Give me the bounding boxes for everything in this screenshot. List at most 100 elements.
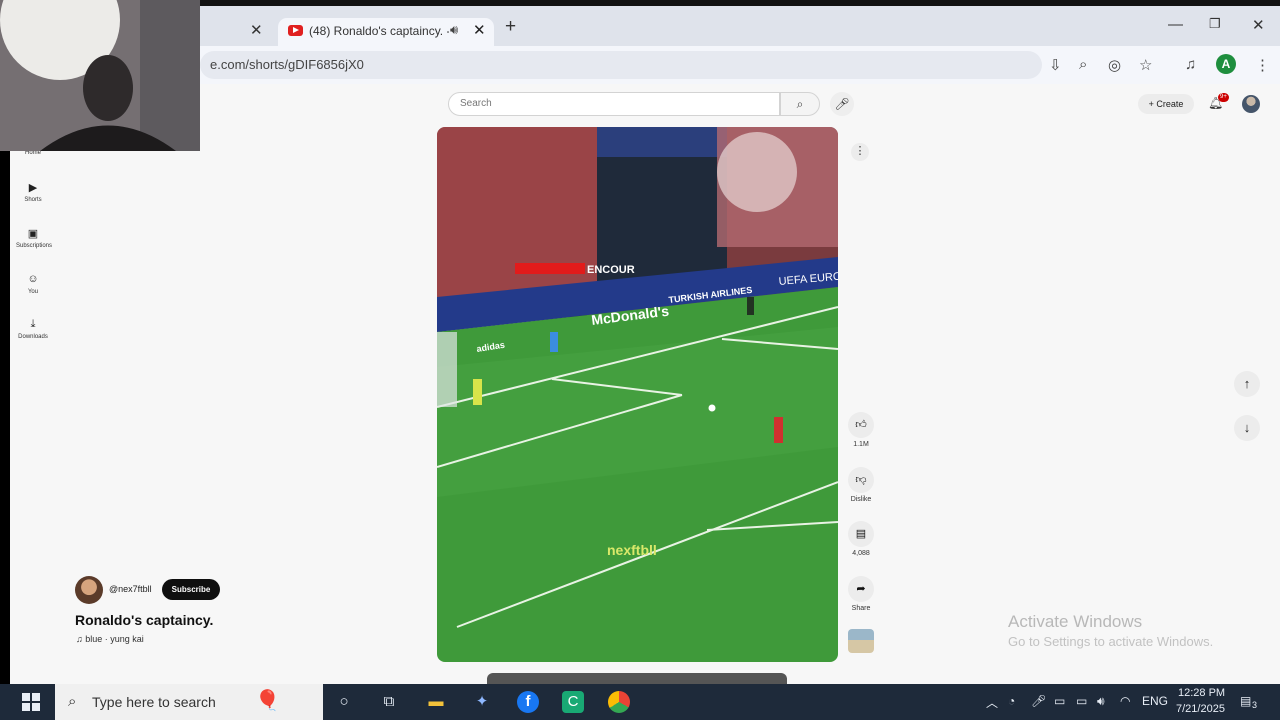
address-bar-row: e.com/shorts/gDIF6856jX0 ⇩ ⌕ ◎ ☆ ♫ A ⋮ [10, 46, 1280, 84]
search-icon: ⌕ [68, 693, 77, 710]
share-label: Share [851, 605, 871, 612]
like-count: 1.1M [853, 441, 869, 448]
wifi-icon[interactable]: ◠ [1120, 694, 1130, 708]
tab-strip: ✕ (48) Ronaldo's captaincy. - 🔊︎ ✕ + — ❐… [10, 6, 1280, 52]
battery-icon[interactable]: ▭ [1076, 694, 1087, 708]
bottom-scroll-handle[interactable] [487, 673, 787, 684]
microphone-icon: 🎤︎ [834, 97, 850, 111]
start-pane [22, 703, 30, 711]
subscribe-button[interactable]: Subscribe [162, 579, 220, 600]
comments-action[interactable]: ▤ 4,088 [846, 521, 876, 557]
sound-thumbnail[interactable] [848, 629, 874, 653]
next-short-button[interactable]: ↓ [1234, 415, 1260, 441]
windows-taskbar: ⌕ Type here to search 🎈 ○ ⧉ ▬ ✦ f C ︿ ◔ … [0, 684, 1280, 720]
ball [708, 404, 716, 412]
close-icon[interactable]: ✕ [250, 21, 263, 39]
meet-now-icon[interactable]: ▭ [1054, 694, 1065, 708]
zoom-icon[interactable]: ⌕ [1079, 56, 1087, 73]
search-placeholder: Search [460, 98, 492, 109]
chevron-up-icon[interactable]: ︿ [986, 694, 998, 711]
facebook-icon[interactable]: f [517, 691, 539, 713]
referee [550, 332, 558, 352]
speaker-icon[interactable]: 🔊︎ [450, 22, 458, 38]
notification-badge: 9+ [1218, 93, 1229, 102]
bookmark-star-icon[interactable]: ☆ [1139, 56, 1152, 74]
account-avatar[interactable] [1242, 95, 1260, 113]
volume-icon[interactable]: 🔊︎ [1097, 694, 1105, 709]
camtasia-icon[interactable]: C [562, 691, 584, 713]
dislike-action[interactable]: 👎︎ Dislike [846, 467, 876, 503]
clock-date[interactable]: 7/21/2025 [1176, 703, 1225, 715]
chrome-icon[interactable] [608, 691, 630, 713]
media-control-icon[interactable]: ♫ [1185, 56, 1196, 73]
video-watermark: nexftbll [607, 542, 657, 558]
webcam-overlay [0, 0, 200, 151]
like-action[interactable]: 👍︎ 1.1M [846, 412, 876, 448]
eye-off-icon[interactable]: ◎ [1108, 56, 1121, 74]
tray-app-icon[interactable]: ◔ [1008, 694, 1015, 708]
sidebar-item-subscriptions[interactable]: ▣ Subscriptions [16, 227, 52, 249]
comment-icon[interactable]: ▤ [848, 521, 874, 547]
taskbar-search-input[interactable]: ⌕ Type here to search 🎈 [55, 684, 323, 720]
thumbs-up-icon[interactable]: 👍︎ [848, 412, 874, 438]
windows-start-icon[interactable] [22, 693, 40, 711]
sidebar-item-you[interactable]: ☺ You [16, 273, 50, 295]
tab-close-icon[interactable]: ✕ [473, 21, 486, 39]
shorts-icon: ▶ [28, 182, 38, 194]
profile-avatar[interactable]: A [1216, 54, 1236, 74]
start-pane [22, 693, 30, 701]
cortana-icon[interactable]: ○ [333, 691, 355, 713]
arrow-up-icon: ↑ [1243, 376, 1251, 391]
url-text[interactable]: e.com/shorts/gDIF6856jX0 [210, 57, 364, 72]
sidebar-item-shorts[interactable]: ▶ Shorts [16, 181, 50, 203]
webcam-feed [0, 0, 200, 151]
more-options-button[interactable]: ⋮ [851, 143, 869, 161]
stadium-banner [597, 127, 727, 157]
sidebar-item-label: You [27, 289, 39, 295]
minimize-icon[interactable]: — [1168, 16, 1183, 33]
voice-search-button[interactable]: 🎤︎ [830, 92, 854, 116]
language-indicator[interactable]: ENG [1142, 694, 1168, 708]
goalkeeper [473, 379, 482, 405]
music-info[interactable]: ♫ blue · yung kai [76, 634, 144, 644]
copilot-icon[interactable]: ✦ [471, 691, 493, 713]
file-explorer-icon[interactable]: ▬ [425, 691, 447, 713]
clock-time[interactable]: 12:28 PM [1178, 687, 1225, 699]
thumbs-down-icon[interactable]: 👎︎ [848, 467, 874, 493]
channel-name[interactable]: @nex7ftbll [109, 584, 152, 594]
video-frame: ENCOUR McDonald's TURKISH AIRLINES UEFA … [437, 127, 838, 662]
sidebar-item-label: Downloads [18, 334, 48, 340]
install-app-icon[interactable]: ⇩ [1049, 56, 1062, 74]
screen: ✕ (48) Ronaldo's captaincy. - 🔊︎ ✕ + — ❐… [0, 0, 1280, 720]
microphone-icon[interactable]: 🎤︎ [1031, 694, 1046, 708]
music-label: blue · yung kai [85, 634, 144, 644]
channel-avatar[interactable] [75, 576, 103, 604]
sidebar-item-downloads[interactable]: ⤓ Downloads [16, 318, 50, 340]
window-close-icon[interactable]: ✕ [1252, 16, 1265, 34]
penalty-taker [774, 417, 783, 443]
activate-windows-subtitle: Go to Settings to activate Windows. [1008, 634, 1214, 649]
share-action[interactable]: ➦ Share [846, 576, 876, 612]
restore-icon[interactable]: ❐ [1209, 16, 1221, 32]
activate-windows-title: Activate Windows [1008, 612, 1143, 631]
start-pane [32, 693, 40, 701]
omnibox[interactable]: e.com/shorts/gDIF6856jX0 [200, 51, 1042, 79]
search-highlight-icon: 🎈 [255, 690, 280, 712]
arrow-down-icon: ↓ [1243, 420, 1251, 435]
dislike-label: Dislike [850, 496, 872, 503]
search-button[interactable]: ⌕ [780, 92, 820, 116]
notification-center-icon[interactable]: ▤ [1240, 694, 1251, 708]
tab-title: (48) Ronaldo's captaincy. - [309, 24, 449, 38]
sidebar-item-label: Shorts [24, 197, 42, 203]
previous-short-button[interactable]: ↑ [1234, 371, 1260, 397]
downloads-icon: ⤓ [30, 318, 36, 330]
task-view-icon[interactable]: ⧉ [378, 691, 400, 713]
share-icon[interactable]: ➦ [848, 576, 874, 602]
new-tab-button[interactable]: + [505, 16, 516, 38]
create-button[interactable]: + Create [1138, 94, 1194, 114]
menu-kebab-icon[interactable]: ⋮ [1255, 56, 1270, 74]
shorts-video-player[interactable]: ENCOUR McDonald's TURKISH AIRLINES UEFA … [437, 127, 838, 662]
search-input[interactable]: Search [448, 92, 780, 116]
webcam-wall [140, 0, 200, 151]
video-title: Ronaldo's captaincy. [75, 612, 214, 628]
